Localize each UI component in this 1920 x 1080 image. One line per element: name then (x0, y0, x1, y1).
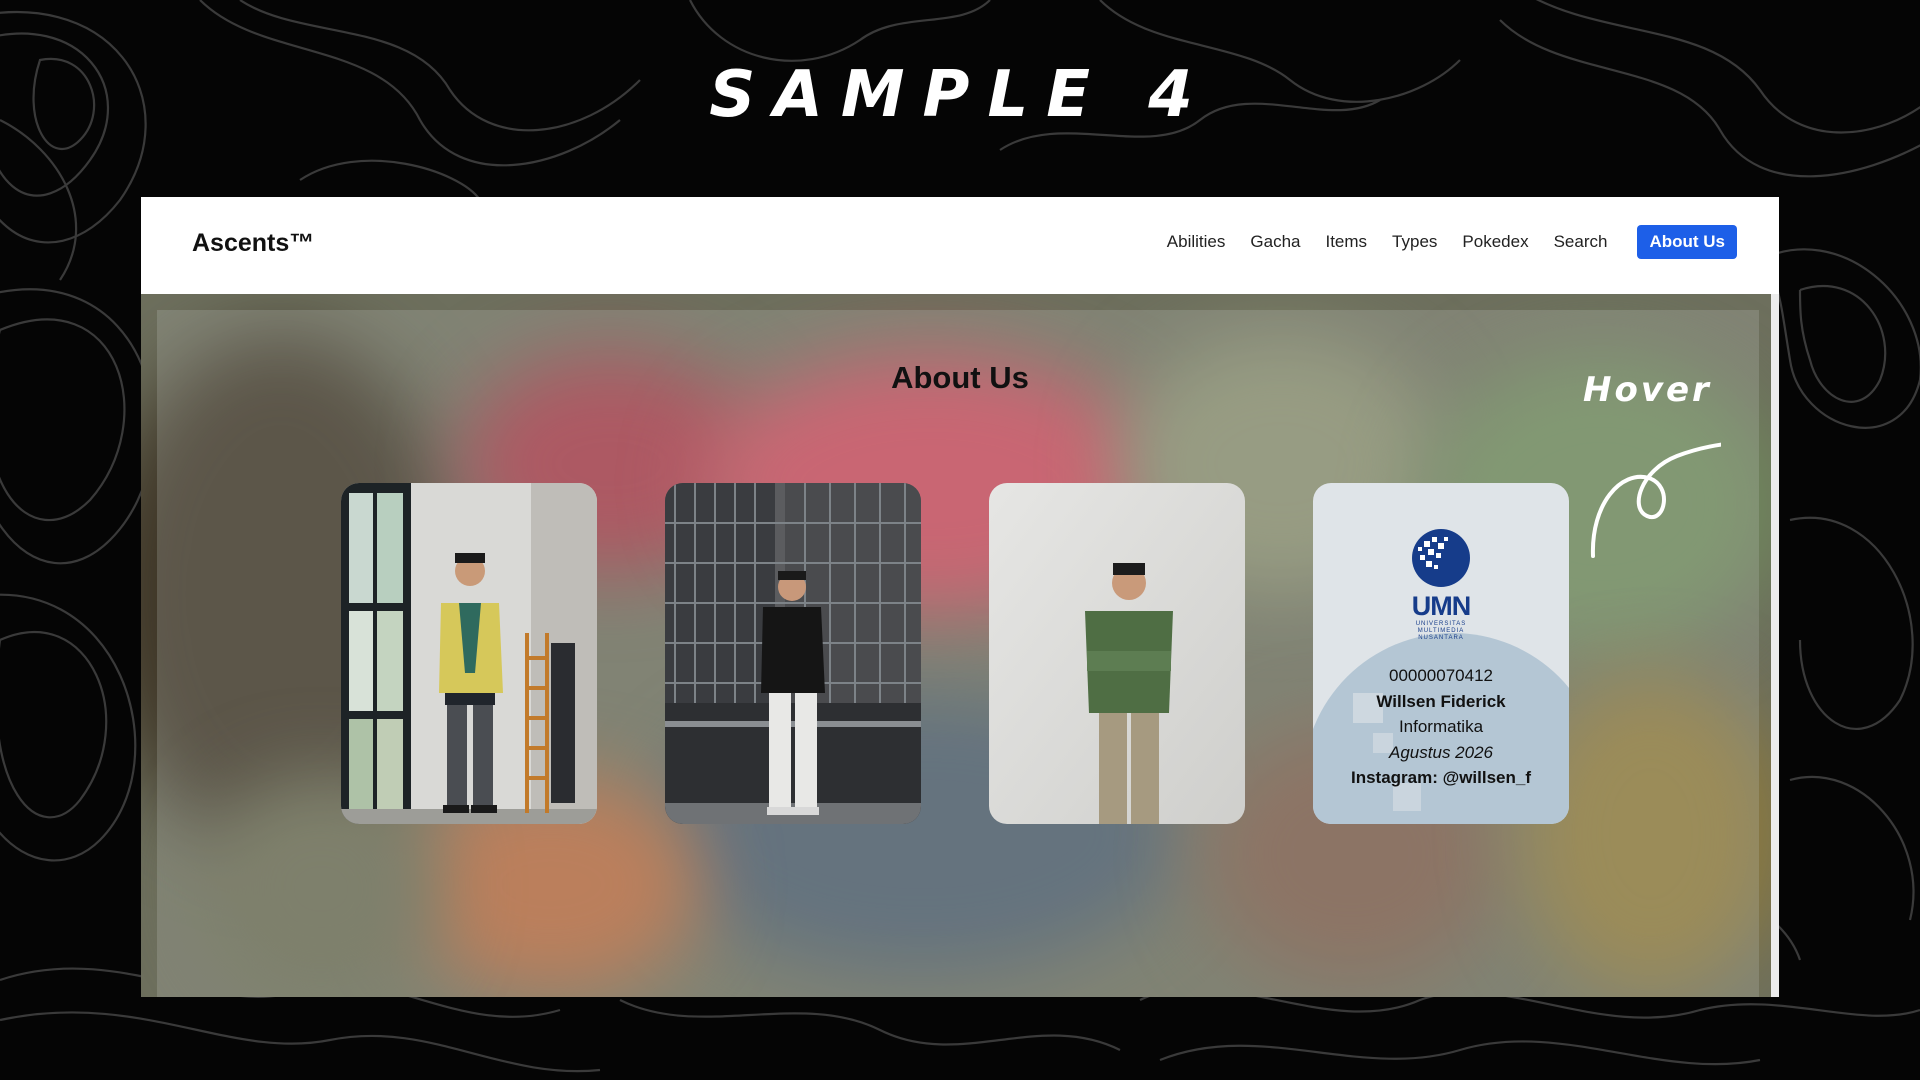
brand-logo[interactable]: Ascents™ (192, 229, 314, 258)
member-info: 00000070412 Willsen Fiderick Informatika… (1313, 663, 1569, 791)
umn-logo-subtext: NUSANTARA (1418, 635, 1464, 641)
nav-link-pokedex[interactable]: Pokedex (1462, 225, 1528, 259)
website-frame: Ascents™ Abilities Gacha Items Types Pok… (141, 197, 1779, 997)
nav-link-abilities[interactable]: Abilities (1167, 225, 1226, 259)
nav-link-items[interactable]: Items (1325, 225, 1367, 259)
about-section: About Us Hover UMN UNIVERSITAS MULTIMEDI… (141, 294, 1779, 997)
member-photo-3 (989, 483, 1245, 824)
nav-link-types[interactable]: Types (1392, 225, 1437, 259)
nav-link-about-us-active[interactable]: About Us (1637, 225, 1737, 259)
team-member-photo-1[interactable] (341, 483, 597, 824)
scrollbar-track[interactable] (1771, 294, 1779, 997)
member-student-id: 00000070412 (1388, 666, 1493, 685)
nav-links: Abilities Gacha Items Types Pokedex Sear… (1142, 225, 1737, 259)
navbar: Ascents™ Abilities Gacha Items Types Pok… (141, 197, 1779, 294)
member-date: Agustus 2026 (1389, 742, 1493, 762)
umn-logo-subtext: MULTIMEDIA (1417, 628, 1465, 634)
team-member-photo-3[interactable] (989, 483, 1245, 824)
member-photo-2 (665, 483, 921, 824)
team-member-photo-2[interactable] (665, 483, 921, 824)
member-photo-1 (341, 483, 597, 824)
hover-note: Hover (1583, 370, 1712, 410)
team-member-info-card[interactable]: UMN UNIVERSITAS MULTIMEDIA NUSANTARA 000… (1313, 483, 1569, 824)
umn-logo-icon (1412, 529, 1470, 587)
member-major: Informatika (1398, 717, 1484, 736)
slide-title: SAMPLE 4 (709, 58, 1211, 132)
umn-logo-subtext: UNIVERSITAS (1415, 621, 1467, 627)
member-instagram[interactable]: Instagram: @willsen_f (1313, 765, 1569, 791)
nav-link-search[interactable]: Search (1554, 225, 1608, 259)
umn-logo-text: UMN (1411, 591, 1472, 621)
member-name: Willsen Fiderick (1376, 691, 1506, 711)
nav-link-gacha[interactable]: Gacha (1250, 225, 1300, 259)
